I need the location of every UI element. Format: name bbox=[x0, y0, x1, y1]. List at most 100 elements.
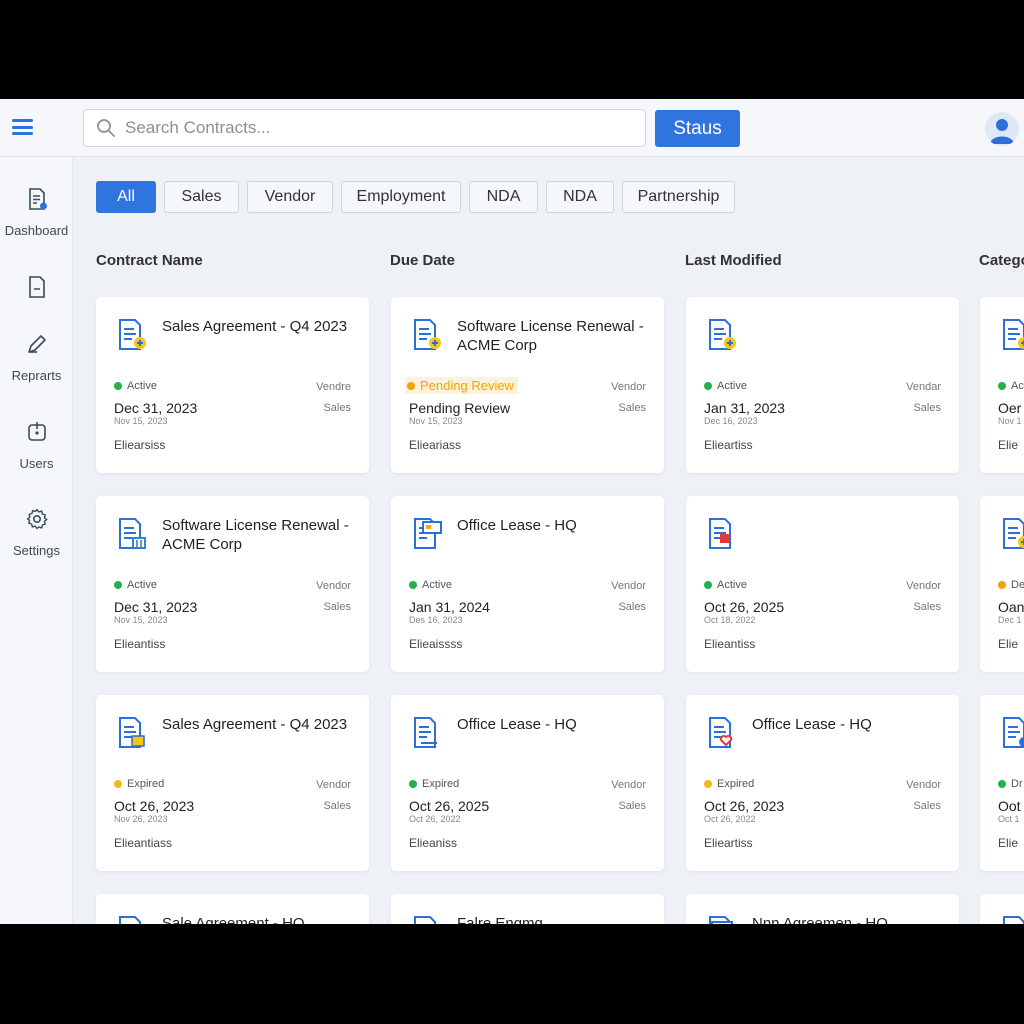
sidebar: Dashboard Reprarts Users Settings bbox=[0, 157, 73, 924]
sidebar-item-label: Reprarts bbox=[11, 368, 62, 383]
sidebar-item-settings[interactable]: Settings bbox=[0, 507, 73, 558]
sidebar-item-documents[interactable] bbox=[0, 275, 73, 299]
contract-card[interactable]: Act OerNov 1 Elie bbox=[980, 297, 1024, 473]
card-footer-label: Elieaniss bbox=[409, 836, 458, 850]
status-dot bbox=[704, 581, 712, 589]
status-dot bbox=[407, 381, 415, 390]
filter-chip-partnership[interactable]: Partnership bbox=[622, 181, 735, 213]
status-badge: Active bbox=[114, 380, 157, 392]
card-footer-label: Elieartiss bbox=[704, 836, 753, 850]
due-date: Dec 31, 2023 bbox=[114, 400, 198, 416]
contract-card[interactable]: Office Lease - HQ Expired Vendor Oct 26, 20… bbox=[686, 695, 959, 871]
filter-chip-vendor[interactable]: Vendor bbox=[247, 181, 333, 213]
filter-chip-nda[interactable]: NDA bbox=[469, 181, 538, 213]
document-icon bbox=[28, 276, 45, 298]
modified-date: Dec 16, 2023 bbox=[704, 416, 758, 426]
document-pen-icon bbox=[411, 715, 443, 749]
document-lock-icon bbox=[116, 715, 148, 749]
card-footer-label: Eliearsiss bbox=[114, 438, 166, 452]
sidebar-item-label: Dashboard bbox=[4, 223, 69, 238]
card-footer-label: Elie bbox=[998, 836, 1019, 850]
user-avatar-icon bbox=[990, 119, 1014, 144]
type-label: Sales bbox=[323, 402, 351, 414]
contract-card[interactable]: Software License Renewal - ACME Corp Pend… bbox=[391, 297, 664, 473]
category-label: Vendor bbox=[611, 580, 646, 592]
due-date: Oan bbox=[998, 599, 1024, 615]
modified-date: Nov 26, 2023 bbox=[114, 814, 168, 824]
sidebar-item-dashboard[interactable]: Dashboard bbox=[0, 187, 73, 238]
column-header-contract-name[interactable]: Contract Name bbox=[96, 252, 203, 269]
pen-icon bbox=[27, 335, 46, 353]
contract-card[interactable]: Falre Engmg bbox=[391, 894, 664, 924]
due-date: Pending Review bbox=[409, 400, 511, 416]
contract-card[interactable]: De Oan Dec 1 Elie bbox=[980, 496, 1024, 672]
status-badge: Active bbox=[704, 579, 747, 591]
column-header-category[interactable]: Catego bbox=[979, 252, 1024, 269]
contract-card[interactable]: Sales Agreement - Q4 2023 Expired Vendor Oc… bbox=[96, 695, 369, 871]
document-building-icon bbox=[116, 516, 148, 550]
search-input[interactable] bbox=[125, 118, 605, 138]
card-footer-label: Elieaissss bbox=[409, 637, 463, 651]
category-label: Vendar bbox=[906, 381, 941, 393]
contract-title: Office Lease - HQ bbox=[457, 716, 577, 733]
document-plus-icon bbox=[411, 317, 443, 351]
contract-card[interactable]: Sales Agreement - Q4 2023 Active Vendre Dec… bbox=[96, 297, 369, 473]
status-button[interactable]: Staus bbox=[655, 110, 740, 147]
category-label: Vendor bbox=[611, 381, 646, 393]
contract-card[interactable]: Dr Oot Oct 1 Elie bbox=[980, 695, 1024, 871]
status-label: De bbox=[1011, 579, 1024, 591]
modified-date: Nov 1 bbox=[998, 416, 1022, 426]
modified-date: Oct 26, 2022 bbox=[704, 814, 756, 824]
contract-card[interactable]: Software License Renewal - ACME Corp Acti… bbox=[96, 496, 369, 672]
contract-title: Sale Agreement - HQ bbox=[162, 915, 305, 924]
sidebar-item-users[interactable]: Users bbox=[0, 420, 73, 471]
category-label: Vendor bbox=[316, 580, 351, 592]
column-header-last-modified[interactable]: Last Modified bbox=[685, 252, 782, 269]
contract-card[interactable]: Nnn Agreemen - HQ bbox=[686, 894, 959, 924]
card-footer-label: Elieantiss bbox=[114, 637, 166, 651]
contract-card[interactable]: Active Vendor Oct 26, 2025 Sales Oct 18, 202… bbox=[686, 496, 959, 672]
contract-card[interactable]: Office Lease - HQ Expired Vendor Oct 26, 20… bbox=[391, 695, 664, 871]
status-dot bbox=[114, 780, 122, 788]
status-label: Active bbox=[127, 579, 157, 591]
search-box[interactable] bbox=[83, 109, 646, 147]
type-label: Sales bbox=[618, 800, 646, 812]
status-dot bbox=[114, 382, 122, 390]
status-badge: Act bbox=[998, 380, 1024, 392]
due-date: Oer bbox=[998, 400, 1022, 416]
due-date: Oct 26, 2023 bbox=[114, 798, 195, 814]
contract-title: Software License Renewal - ACME Corp bbox=[162, 517, 349, 553]
column-header-due-date[interactable]: Due Date bbox=[390, 252, 455, 269]
user-avatar[interactable] bbox=[985, 112, 1019, 146]
filter-chip-sales[interactable]: Sales bbox=[164, 181, 239, 213]
hamburger-menu-icon[interactable] bbox=[12, 119, 33, 135]
type-label: Sales bbox=[913, 402, 941, 414]
document-plus-icon bbox=[1000, 317, 1024, 351]
sidebar-item-label: Users bbox=[19, 456, 54, 471]
contract-card[interactable]: Office Lease - HQ Active Vendor Jan 31, 202… bbox=[391, 496, 664, 672]
filter-chip-nda-2[interactable]: NDA bbox=[546, 181, 614, 213]
document-list-icon bbox=[411, 914, 443, 924]
card-footer-label: Elie bbox=[998, 637, 1019, 651]
category-label: Vendor bbox=[611, 779, 646, 791]
type-label: Sales bbox=[913, 601, 941, 613]
filter-chip-employment[interactable]: Employment bbox=[341, 181, 461, 213]
gear-icon bbox=[26, 508, 47, 530]
modified-date: Dec 1 bbox=[998, 615, 1022, 625]
status-badge: Active bbox=[704, 380, 747, 392]
contract-card[interactable]: Active Vendar Jan 31, 2023 Sales Dec 16, 202… bbox=[686, 297, 959, 473]
card-footer-label: Elieantiss bbox=[704, 637, 756, 651]
document-plus-icon bbox=[1000, 516, 1024, 550]
users-icon bbox=[27, 422, 46, 441]
card-footer-label: Elieantiass bbox=[114, 836, 173, 850]
contract-title: Office Lease - HQ bbox=[752, 716, 872, 733]
contract-card[interactable]: Sale Agreement - HQ bbox=[96, 894, 369, 924]
status-label: Dr bbox=[1011, 778, 1023, 790]
status-dot bbox=[998, 382, 1006, 390]
document-icon bbox=[1000, 914, 1024, 924]
sidebar-item-reports[interactable]: Reprarts bbox=[0, 332, 73, 383]
filter-chip-all[interactable]: All bbox=[96, 181, 156, 213]
contract-card[interactable] bbox=[980, 894, 1024, 924]
search-icon bbox=[97, 119, 115, 137]
due-date: Dec 31, 2023 bbox=[114, 599, 198, 615]
